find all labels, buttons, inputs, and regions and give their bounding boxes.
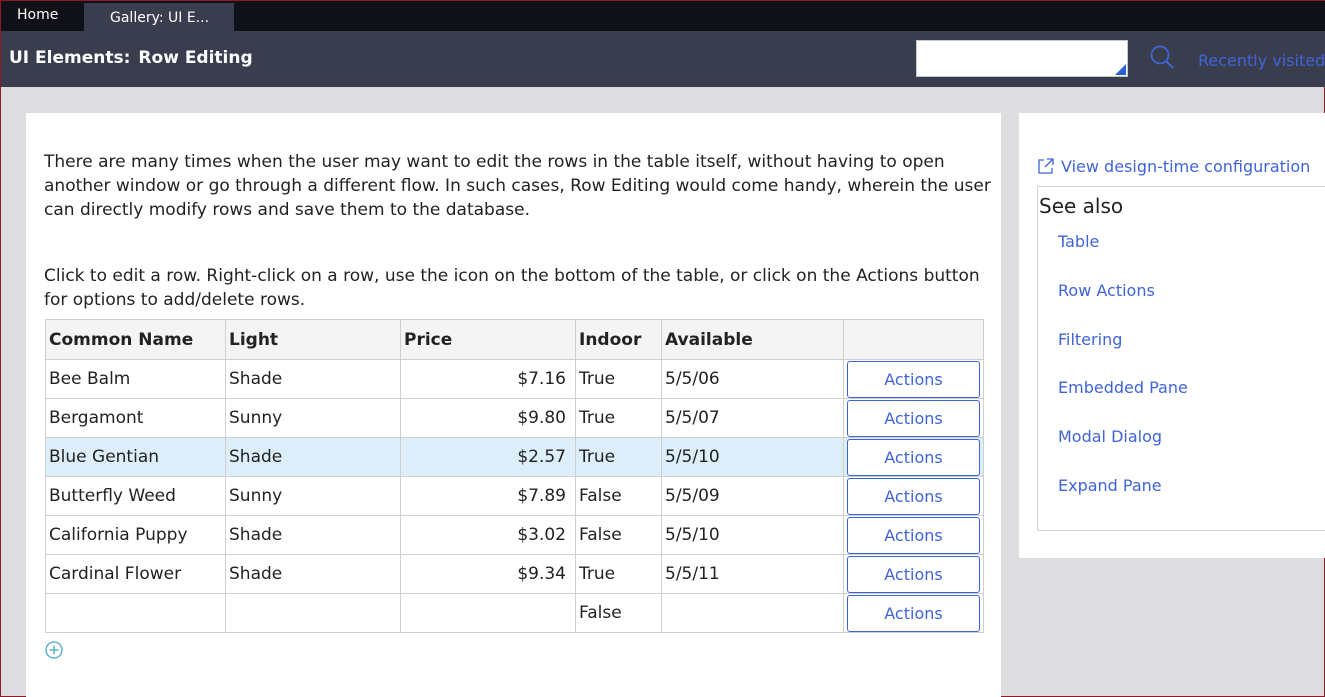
tab-gallery[interactable]: Gallery: UI E... xyxy=(84,3,234,31)
cell-actions: Actions xyxy=(843,515,984,555)
table-row[interactable]: Butterfly Weed Sunny $7.89 False 5/5/09 … xyxy=(45,476,984,516)
cell-common-name[interactable]: California Puppy xyxy=(45,515,226,555)
page-title-prefix: UI Elements: xyxy=(9,48,131,68)
cell-actions: Actions xyxy=(843,476,984,516)
table-row-selected[interactable]: Blue Gentian Shade $2.57 True 5/5/10 Act… xyxy=(45,437,984,477)
view-design-time-label: View design-time configuration xyxy=(1061,157,1311,176)
cell-available[interactable]: 5/5/06 xyxy=(661,359,844,399)
cell-light[interactable]: Shade xyxy=(225,515,401,555)
column-header-price[interactable]: Price xyxy=(400,319,576,360)
actions-button[interactable]: Actions xyxy=(847,555,980,593)
see-also-filtering-link[interactable]: Filtering xyxy=(1058,330,1122,349)
external-link-icon xyxy=(1038,158,1054,174)
cell-common-name[interactable]: Butterfly Weed xyxy=(45,476,226,516)
page-title: UI Elements: Row Editing xyxy=(9,48,253,68)
column-header-indoor[interactable]: Indoor xyxy=(575,319,662,360)
recently-visited-link[interactable]: Recently visited xyxy=(1198,51,1325,70)
header-bar: UI Elements: Row Editing Recently visited xyxy=(1,31,1325,87)
cell-available[interactable]: 5/5/11 xyxy=(661,554,844,594)
cell-common-name[interactable]: Cardinal Flower xyxy=(45,554,226,594)
cell-indoor[interactable]: False xyxy=(575,476,662,516)
cell-available[interactable]: 5/5/10 xyxy=(661,515,844,555)
view-design-time-link[interactable]: View design-time configuration xyxy=(1037,157,1310,176)
see-also-box: See also Table Row Actions Filtering Emb… xyxy=(1037,186,1325,531)
table-row[interactable]: California Puppy Shade $3.02 False 5/5/1… xyxy=(45,515,984,555)
cell-price[interactable]: $3.02 xyxy=(400,515,576,555)
cell-common-name[interactable] xyxy=(45,593,226,633)
cell-light[interactable]: Sunny xyxy=(225,398,401,438)
cell-light[interactable]: Shade xyxy=(225,437,401,477)
cell-indoor[interactable]: True xyxy=(575,398,662,438)
cell-indoor[interactable]: True xyxy=(575,359,662,399)
table-row[interactable]: Cardinal Flower Shade $9.34 True 5/5/11 … xyxy=(45,554,984,594)
table-row-new[interactable]: False Actions xyxy=(45,593,984,633)
cell-common-name[interactable]: Bergamont xyxy=(45,398,226,438)
tab-bar: Home Gallery: UI E... xyxy=(1,1,1325,31)
actions-button[interactable]: Actions xyxy=(847,399,980,437)
cell-available[interactable]: 5/5/07 xyxy=(661,398,844,438)
cell-light[interactable] xyxy=(225,593,401,633)
main-panel: There are many times when the user may w… xyxy=(26,113,1001,697)
search-input[interactable] xyxy=(916,40,1128,77)
cell-price[interactable]: $7.16 xyxy=(400,359,576,399)
cell-available[interactable] xyxy=(661,593,844,633)
cell-actions: Actions xyxy=(843,593,984,633)
table-header-row: Common Name Light Price Indoor Available xyxy=(45,319,984,360)
cell-price[interactable]: $2.57 xyxy=(400,437,576,477)
intro-text: There are many times when the user may w… xyxy=(44,152,991,220)
see-also-modal-dialog-link[interactable]: Modal Dialog xyxy=(1058,427,1162,446)
cell-indoor[interactable]: False xyxy=(575,593,662,633)
instructions-text: Click to edit a row. Right-click on a ro… xyxy=(44,266,980,310)
row-editing-table: Common Name Light Price Indoor Available… xyxy=(45,319,984,633)
see-also-expand-pane-link[interactable]: Expand Pane xyxy=(1058,476,1162,495)
actions-button[interactable]: Actions xyxy=(847,516,980,554)
cell-light[interactable]: Shade xyxy=(225,359,401,399)
table-row[interactable]: Bergamont Sunny $9.80 True 5/5/07 Action… xyxy=(45,398,984,438)
see-also-title: See also xyxy=(1039,194,1124,218)
cell-price[interactable] xyxy=(400,593,576,633)
search-icon[interactable] xyxy=(1149,44,1175,70)
see-also-embedded-pane-link[interactable]: Embedded Pane xyxy=(1058,378,1188,397)
cell-price[interactable]: $7.89 xyxy=(400,476,576,516)
cell-available[interactable]: 5/5/10 xyxy=(661,437,844,477)
column-header-actions xyxy=(843,319,984,360)
see-also-table-link[interactable]: Table xyxy=(1058,232,1099,251)
column-header-available[interactable]: Available xyxy=(661,319,844,360)
page-title-main: Row Editing xyxy=(138,48,253,68)
column-header-common-name[interactable]: Common Name xyxy=(45,319,226,360)
table-row[interactable]: Bee Balm Shade $7.16 True 5/5/06 Actions xyxy=(45,359,984,399)
cell-light[interactable]: Shade xyxy=(225,554,401,594)
cell-indoor[interactable]: True xyxy=(575,554,662,594)
cell-light[interactable]: Sunny xyxy=(225,476,401,516)
cell-price[interactable]: $9.80 xyxy=(400,398,576,438)
cell-actions: Actions xyxy=(843,554,984,594)
cell-available[interactable]: 5/5/09 xyxy=(661,476,844,516)
tab-home[interactable]: Home xyxy=(17,1,58,31)
cell-price[interactable]: $9.34 xyxy=(400,554,576,594)
column-header-light[interactable]: Light xyxy=(225,319,401,360)
cell-common-name[interactable]: Bee Balm xyxy=(45,359,226,399)
actions-button[interactable]: Actions xyxy=(847,438,980,476)
cell-common-name[interactable]: Blue Gentian xyxy=(45,437,226,477)
side-panel: View design-time configuration See also … xyxy=(1019,113,1325,558)
cell-actions: Actions xyxy=(843,437,984,477)
see-also-row-actions-link[interactable]: Row Actions xyxy=(1058,281,1155,300)
add-row-icon[interactable] xyxy=(45,641,63,659)
actions-button[interactable]: Actions xyxy=(847,477,980,515)
cell-actions: Actions xyxy=(843,359,984,399)
actions-button[interactable]: Actions xyxy=(847,594,980,632)
cell-indoor[interactable]: True xyxy=(575,437,662,477)
cell-actions: Actions xyxy=(843,398,984,438)
cell-indoor[interactable]: False xyxy=(575,515,662,555)
actions-button[interactable]: Actions xyxy=(847,360,980,398)
